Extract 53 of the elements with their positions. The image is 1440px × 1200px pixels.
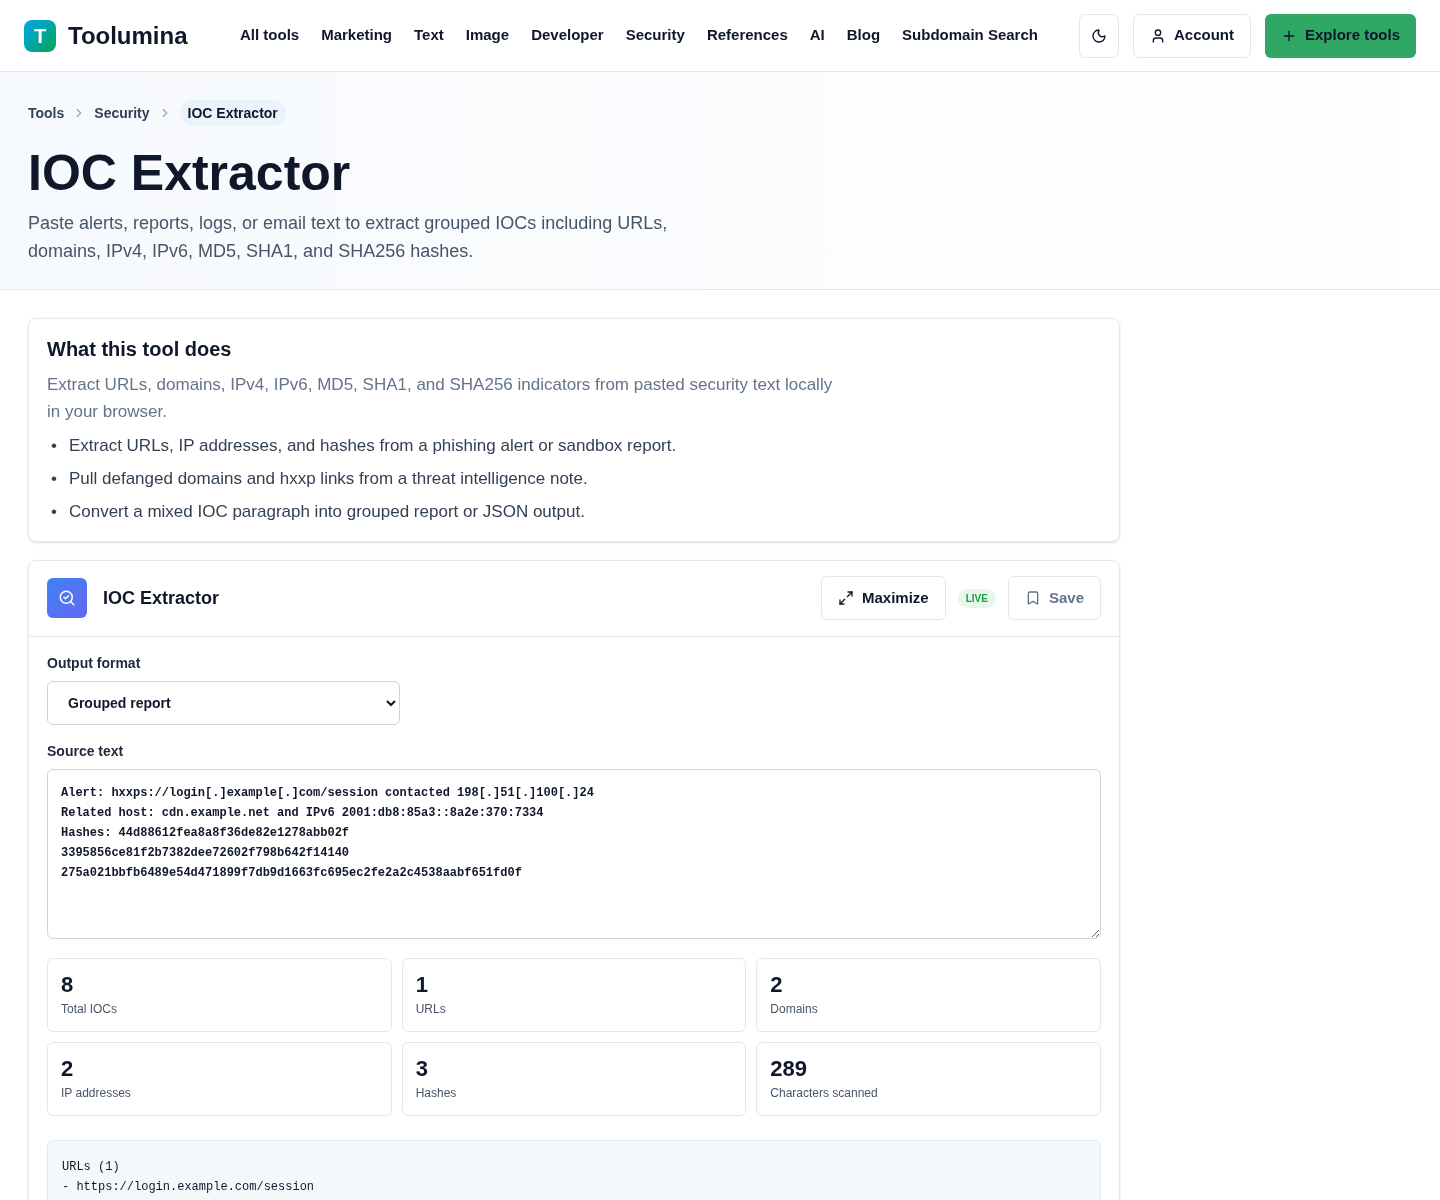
breadcrumb-link[interactable]: Tools bbox=[28, 103, 65, 123]
breadcrumb-link[interactable]: Security bbox=[94, 103, 150, 123]
bullet-marker: • bbox=[51, 500, 57, 523]
nav-link[interactable]: Subdomain Search bbox=[902, 24, 1038, 47]
live-badge: LIVE bbox=[957, 588, 996, 608]
stat-label: IP addresses bbox=[61, 1084, 132, 1101]
maximize-button[interactable]: Maximize bbox=[821, 576, 946, 620]
nav-link[interactable]: References bbox=[706, 24, 788, 47]
account-button[interactable]: Account bbox=[1132, 13, 1251, 58]
stat-value: 2 bbox=[770, 970, 784, 999]
nav-link[interactable]: Image bbox=[465, 24, 510, 47]
nav-link[interactable]: AI bbox=[809, 24, 825, 47]
stat-value: 8 bbox=[61, 970, 75, 999]
about-bullet: Convert a mixed IOC paragraph into grouped report or JSON output. bbox=[68, 500, 585, 523]
nav-link[interactable]: Marketing bbox=[321, 24, 393, 47]
stat-label: Domains bbox=[770, 1000, 819, 1017]
save-button[interactable]: Save bbox=[1007, 576, 1101, 620]
expand-icon bbox=[838, 590, 854, 606]
bullet-marker: • bbox=[51, 467, 57, 490]
output-line: URLs (1) bbox=[62, 1158, 121, 1176]
breadcrumb-link[interactable]: IOC Extractor bbox=[179, 100, 286, 126]
about-description: Extract URLs, domains, IPv4, IPv6, MD5, SHA1, and SHA256 indicators from pasted security text locally in your browser. bbox=[47, 373, 834, 423]
bullet-marker: • bbox=[51, 434, 57, 457]
explore-tools-button[interactable]: Explore tools bbox=[1264, 13, 1416, 58]
nav-link[interactable]: Blog bbox=[846, 24, 881, 47]
stat-label: URLs bbox=[415, 1000, 447, 1017]
field-label: Source text bbox=[47, 741, 125, 761]
about-bullet: Extract URLs, IP addresses, and hashes from a phishing alert or sandbox report. bbox=[68, 434, 677, 457]
nav-link[interactable]: All tools bbox=[240, 24, 300, 47]
page-subtitle: Paste alerts, reports, logs, or email text to extract grouped IOCs including URLs, domains, IPv4, IPv6, MD5, SHA1, and SHA256 hashes. bbox=[28, 211, 669, 263]
stat-value: 289 bbox=[770, 1054, 809, 1083]
output-format-select[interactable]: Grouped report bbox=[47, 680, 400, 725]
moon-icon bbox=[1090, 27, 1107, 44]
brand-name: Toolumina bbox=[68, 20, 188, 51]
nav-link[interactable]: Developer bbox=[531, 24, 604, 47]
nav-link[interactable]: Security bbox=[625, 24, 685, 47]
field-label: Output format bbox=[47, 653, 142, 673]
theme-toggle-button[interactable] bbox=[1078, 13, 1119, 58]
about-bullet: Pull defanged domains and hxxp links from a threat intelligence note. bbox=[68, 467, 588, 490]
logo-icon: T bbox=[24, 19, 56, 52]
stat-label: Total IOCs bbox=[61, 1000, 118, 1017]
stat-label: Characters scanned bbox=[770, 1084, 879, 1101]
tool-title: IOC Extractor bbox=[103, 587, 220, 610]
stat-label: Hashes bbox=[415, 1084, 458, 1101]
stat-value: 1 bbox=[415, 970, 429, 999]
output-line: - https://login.example.com/session bbox=[62, 1178, 316, 1196]
tool-icon bbox=[47, 578, 87, 618]
stat-value: 2 bbox=[61, 1054, 75, 1083]
nav-link[interactable]: Text bbox=[414, 24, 444, 47]
source-text-input[interactable]: Alert: hxxps://login[.]example[.]com/session contacted 198[.]51[.]100[.]24 Related host: cdn.example.net and IPv6 2001:db8:85a3::8a2e:370:7334 Hashes: 44d88612fea8a8f36de82e1278abb02f 3395856ce81f2b7382dee72602f798b642f14140 275a021bbfb6489e54d471899f7db9d1663fc695ec2fe2a2c4538aabf651fd0f bbox=[47, 768, 1101, 939]
stat-value: 3 bbox=[415, 1054, 429, 1083]
page-title: IOC Extractor bbox=[28, 144, 352, 203]
about-heading: What this tool does bbox=[47, 336, 233, 362]
